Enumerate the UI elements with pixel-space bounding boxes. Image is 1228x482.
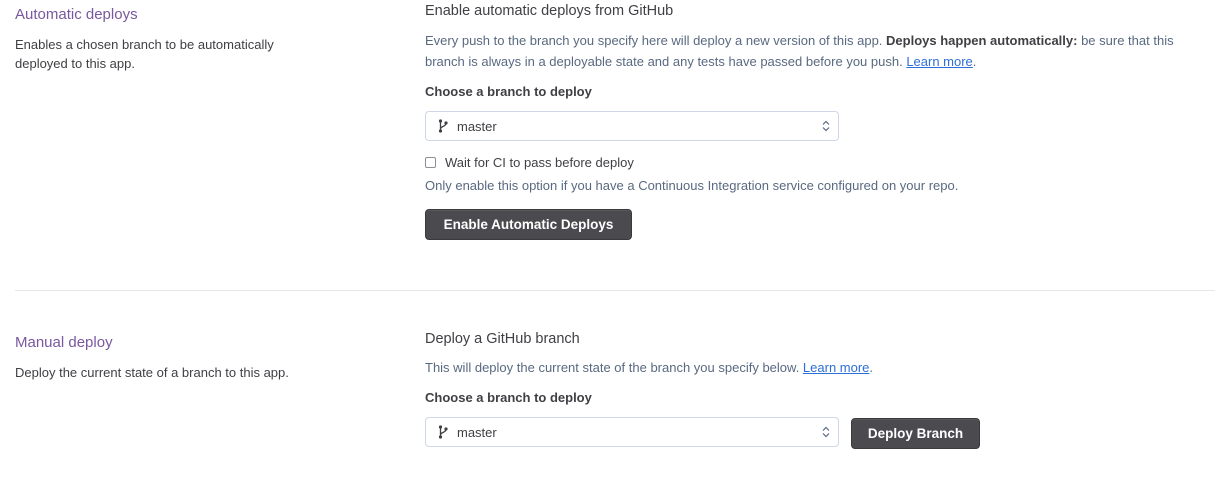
- automatic-deploys-description: Enables a chosen branch to be automatica…: [15, 37, 274, 71]
- chevron-up-down-icon: [822, 120, 830, 132]
- git-branch-icon: [438, 119, 448, 133]
- manual-deploy-info: This will deploy the current state of th…: [425, 357, 1215, 378]
- info-text-part-1: Every push to the branch you specify her…: [425, 33, 887, 48]
- manual-deploy-panel-title: Deploy a GitHub branch: [425, 331, 580, 347]
- automatic-branch-select[interactable]: master: [425, 111, 839, 141]
- git-branch-icon: [438, 425, 448, 439]
- automatic-deploys-info: Every push to the branch you specify her…: [425, 30, 1215, 72]
- automatic-deploys-section: Automatic deploys Enables a chosen branc…: [0, 0, 1228, 290]
- ci-checkbox-row[interactable]: Wait for CI to pass before deploy: [425, 153, 634, 171]
- automatic-learn-more-link[interactable]: Learn more: [906, 54, 972, 69]
- automatic-branch-label: Choose a branch to deploy: [425, 84, 592, 99]
- manual-branch-label: Choose a branch to deploy: [425, 390, 592, 405]
- manual-deploy-section: Manual deploy Deploy the current state o…: [0, 292, 1228, 482]
- deploy-branch-button[interactable]: Deploy Branch: [851, 418, 980, 449]
- ci-hint: Only enable this option if you have a Co…: [425, 178, 959, 193]
- manual-info-period: .: [869, 360, 874, 375]
- ci-checkbox-label: Wait for CI to pass before deploy: [445, 154, 634, 170]
- manual-deploy-description: Deploy the current state of a branch to …: [15, 365, 289, 380]
- section-divider: [15, 290, 1215, 291]
- manual-branch-select[interactable]: master: [425, 417, 839, 447]
- manual-deploy-title: Manual deploy: [15, 334, 113, 351]
- manual-branch-value: master: [457, 424, 497, 440]
- info-text-bold: Deploys happen automatically:: [886, 33, 1078, 48]
- info-period: .: [972, 54, 977, 69]
- manual-info-text: This will deploy the current state of th…: [425, 360, 803, 375]
- manual-learn-more-link[interactable]: Learn more: [803, 360, 869, 375]
- automatic-deploys-title: Automatic deploys: [15, 6, 138, 23]
- automatic-branch-value: master: [457, 118, 497, 134]
- automatic-deploys-panel-title: Enable automatic deploys from GitHub: [425, 3, 674, 19]
- ci-checkbox[interactable]: [425, 156, 436, 168]
- enable-automatic-deploys-button[interactable]: Enable Automatic Deploys: [425, 209, 632, 240]
- chevron-up-down-icon: [822, 426, 830, 438]
